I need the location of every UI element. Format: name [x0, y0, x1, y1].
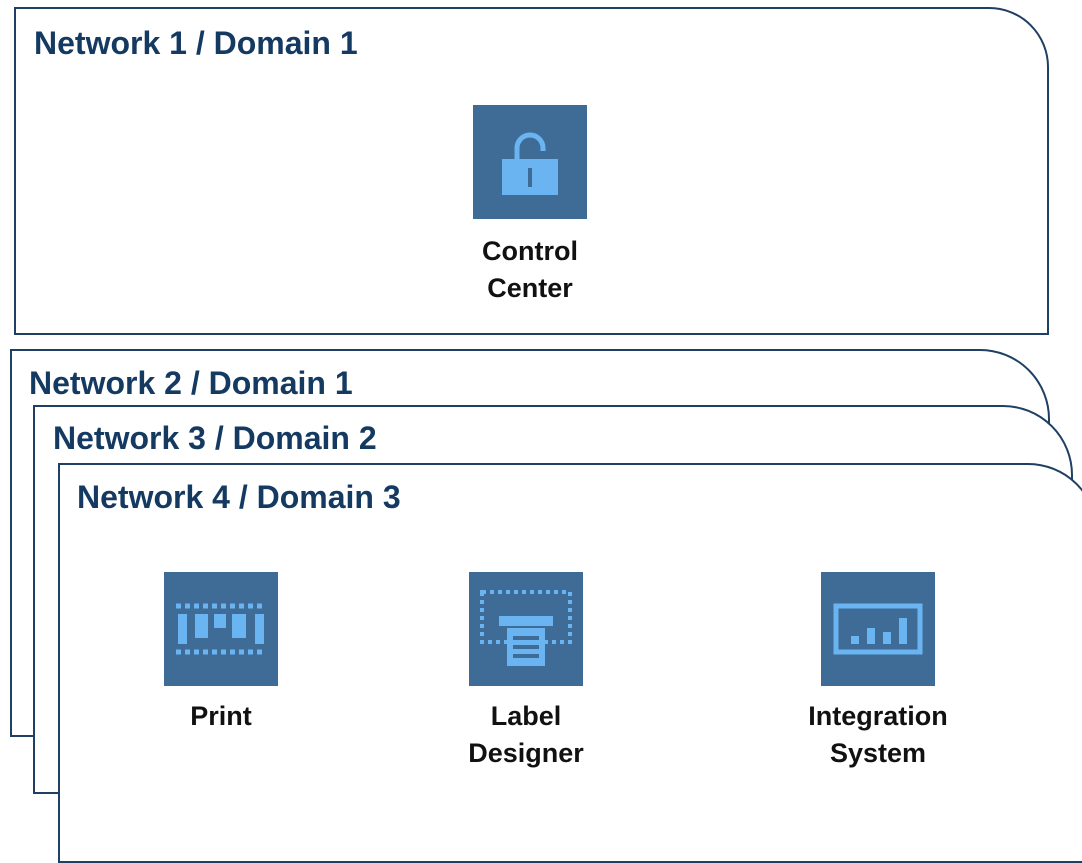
network-panel-1: Network 1 / Domain 1 Control Center [14, 7, 1049, 335]
print-label: Print [91, 698, 351, 735]
integration-system-label: Integration System [748, 698, 1008, 772]
panel-title-network-1: Network 1 / Domain 1 [34, 25, 358, 61]
integration-system-tile[interactable] [821, 572, 935, 686]
printer-module-icon [176, 603, 266, 655]
integration-system-label-line-1: Integration [808, 701, 948, 731]
print-label-line-1: Print [190, 701, 252, 731]
panel-title-network-2: Network 2 / Domain 1 [29, 365, 353, 401]
control-center-label-line-1: Control [482, 236, 578, 266]
bar-chart-monitor-icon [833, 603, 923, 655]
control-center-label: Control Center [400, 233, 660, 307]
diagram-canvas: { "panels": [ { "title": "Network 1 / Do… [0, 0, 1082, 863]
label-designer-label: Label Designer [396, 698, 656, 772]
control-center-tile[interactable] [473, 105, 587, 219]
panel-title-network-4: Network 4 / Domain 3 [77, 479, 401, 515]
label-designer-label-line-1: Label [490, 701, 562, 731]
unlocked-padlock-icon [502, 132, 558, 195]
control-center-label-line-2: Center [487, 273, 573, 303]
print-tile[interactable] [164, 572, 278, 686]
integration-system-label-line-2: System [829, 738, 927, 768]
label-designer-label-line-2: Designer [468, 738, 584, 768]
network-panel-4: Network 4 / Domain 3 Print Label Designe… [58, 463, 1082, 863]
label-designer-tile[interactable] [469, 572, 583, 686]
label-design-icon [480, 590, 572, 666]
panel-title-network-3: Network 3 / Domain 2 [53, 420, 377, 456]
